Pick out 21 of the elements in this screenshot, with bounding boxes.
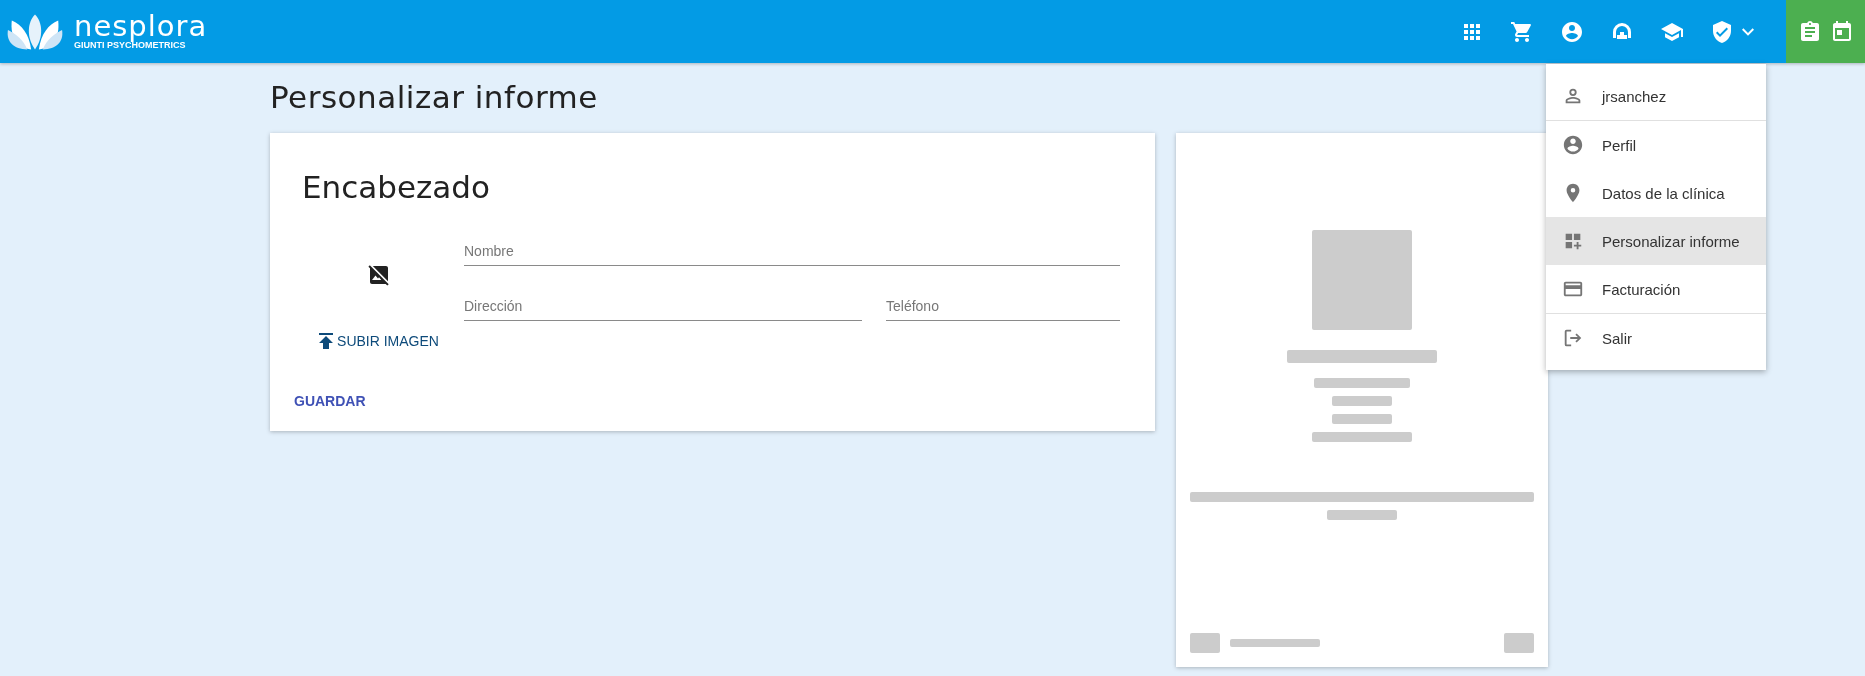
menu-item[interactable]: Datos de la clínica bbox=[1546, 169, 1766, 217]
name-input[interactable]: Nombre bbox=[464, 237, 1120, 266]
menu-item[interactable]: Salir bbox=[1546, 314, 1766, 362]
logo-wordmark: nesplora bbox=[74, 12, 208, 40]
upload-arrow-icon bbox=[319, 333, 334, 349]
no-image-icon bbox=[367, 263, 391, 287]
menu-item[interactable]: Personalizar informe bbox=[1546, 217, 1766, 265]
logout-icon bbox=[1562, 327, 1584, 349]
section-title: Encabezado bbox=[302, 169, 491, 205]
account-icon bbox=[1560, 19, 1584, 44]
phone-input[interactable]: Teléfono bbox=[886, 292, 1120, 321]
cart-icon bbox=[1510, 19, 1534, 44]
address-input[interactable]: Dirección bbox=[464, 292, 862, 321]
upload-image-button[interactable]: SUBIR IMAGEN bbox=[315, 329, 443, 353]
menu-item[interactable]: Facturación bbox=[1546, 265, 1766, 313]
menu-item[interactable]: jrsanchez bbox=[1546, 72, 1766, 120]
account-icon bbox=[1562, 134, 1584, 156]
menu-item[interactable]: Perfil bbox=[1546, 121, 1766, 169]
shield-check-icon bbox=[1710, 19, 1734, 44]
page-title: Personalizar informe bbox=[270, 79, 598, 115]
save-button[interactable]: GUARDAR bbox=[288, 387, 372, 415]
